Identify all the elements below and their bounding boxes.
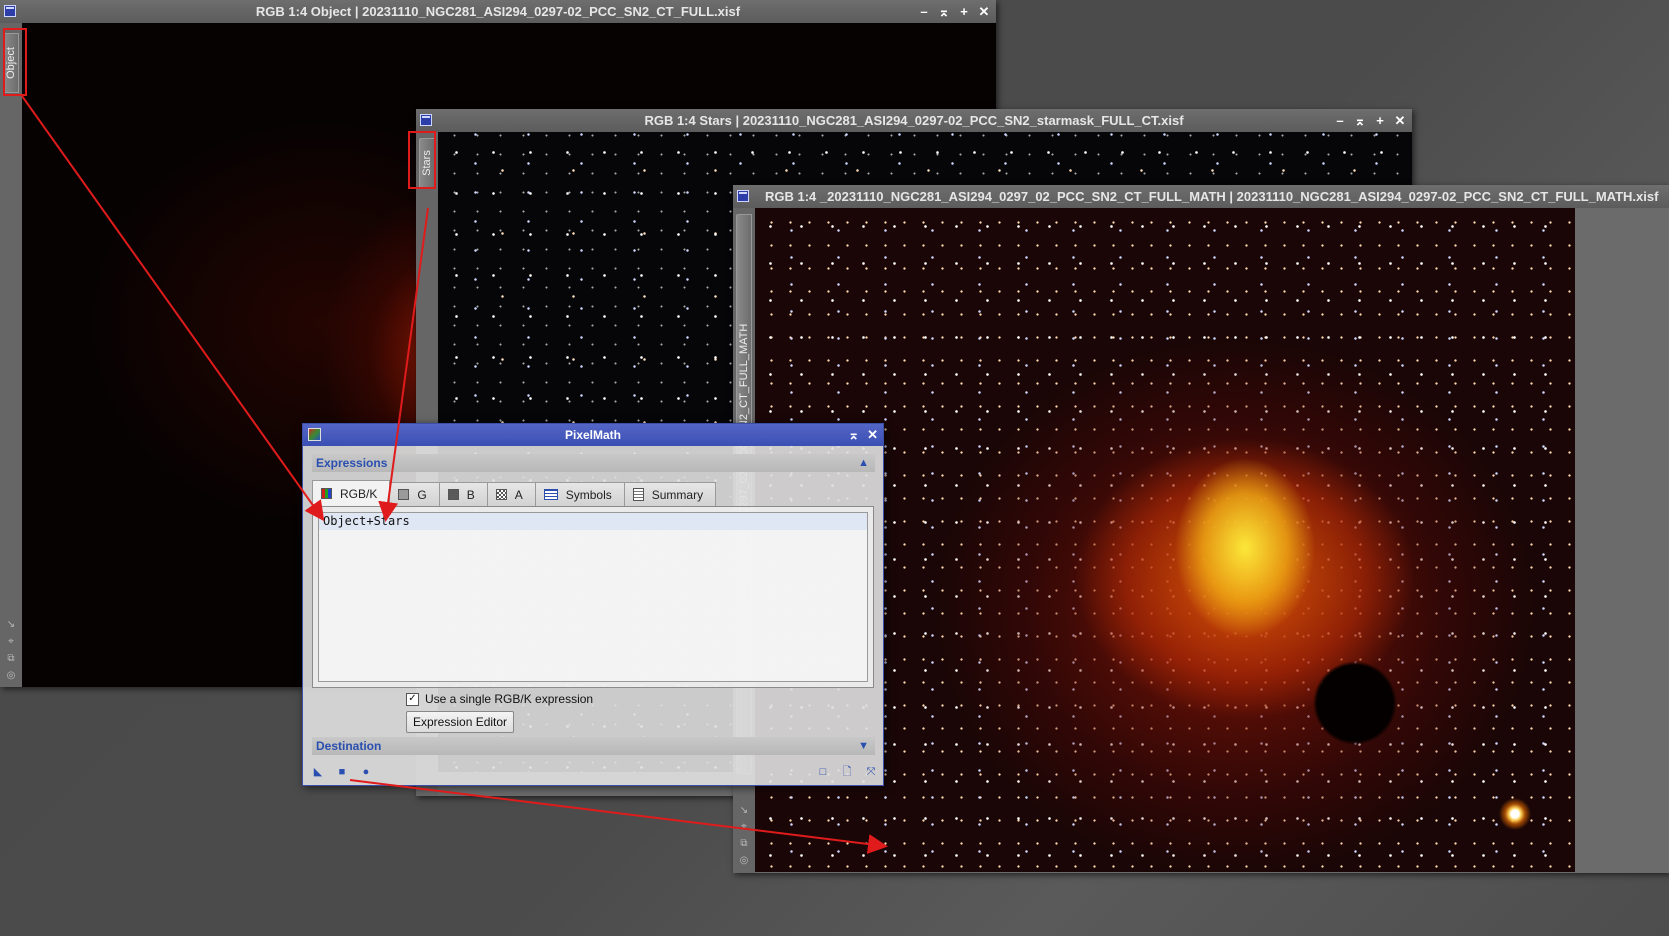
object-to-expression-arrow (21, 95, 325, 522)
apply-to-result-arrow (349, 779, 888, 854)
stars-to-expression-arrow (378, 207, 429, 522)
annotation-arrows (21, 95, 888, 854)
